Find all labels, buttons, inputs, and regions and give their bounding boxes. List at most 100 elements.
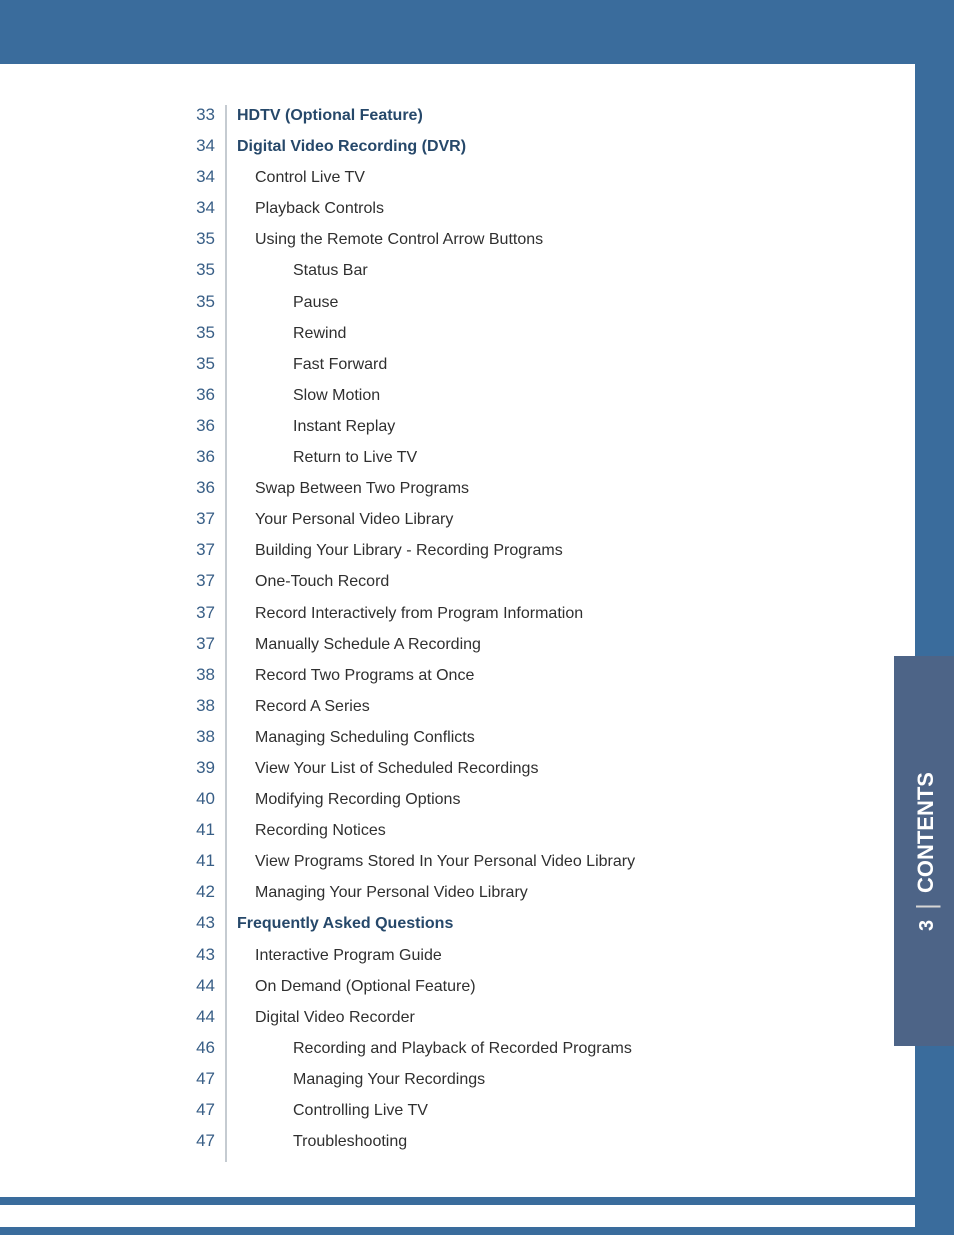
toc-separator-line [225,447,227,478]
toc-separator-line [225,105,227,136]
toc-entry-title: Troubleshooting [237,1132,407,1151]
toc-entry-title: Managing Your Personal Video Library [237,883,528,902]
toc-page-number: 37 [165,571,225,591]
toc-row[interactable]: 43 Interactive Program Guide [165,945,865,976]
toc-entry-title: Digital Video Recording (DVR) [237,137,466,156]
toc-page-number: 34 [165,167,225,187]
toc-row[interactable]: 43Frequently Asked Questions [165,913,865,944]
toc-entry-title: Instant Replay [237,417,395,436]
toc-page-number: 37 [165,634,225,654]
toc-page-number: 35 [165,354,225,374]
toc-page-number: 35 [165,229,225,249]
toc-entry-title: Record A Series [237,697,370,716]
toc-separator-line [225,540,227,571]
toc-separator-line [225,229,227,260]
toc-page-number: 36 [165,478,225,498]
toc-row[interactable]: 35 Status Bar [165,260,865,291]
toc-separator-line [225,976,227,1007]
toc-separator-line [225,1038,227,1069]
top-bar [0,0,954,64]
toc-row[interactable]: 39View Your List of Scheduled Recordings [165,758,865,789]
toc-entry-title: Interactive Program Guide [237,946,442,965]
toc-entry-title: Recording Notices [237,821,386,840]
toc-row[interactable]: 34Control Live TV [165,167,865,198]
toc-row[interactable]: 41View Programs Stored In Your Personal … [165,851,865,882]
toc-entry-title: Return to Live TV [237,448,417,467]
toc-entry-title: Frequently Asked Questions [237,914,453,933]
toc-row[interactable]: 36Return to Live TV [165,447,865,478]
toc-entry-title: Swap Between Two Programs [237,479,469,498]
toc-row[interactable]: 47Controlling Live TV [165,1100,865,1131]
toc-row[interactable]: 37 Building Your Library - Recording Prog… [165,540,865,571]
toc-entry-title: HDTV (Optional Feature) [237,106,423,125]
toc-row[interactable]: 36 Swap Between Two Programs [165,478,865,509]
toc-page-number: 35 [165,323,225,343]
toc-page-number: 37 [165,540,225,560]
toc-entry-title: Rewind [237,324,346,343]
toc-row[interactable]: 44On Demand (Optional Feature) [165,976,865,1007]
toc-row[interactable]: 44Digital Video Recorder [165,1007,865,1038]
toc-row[interactable]: 38Managing Scheduling Conflicts [165,727,865,758]
toc-separator-line [225,665,227,696]
toc-row[interactable]: 35 Rewind [165,323,865,354]
toc-row[interactable]: 36 Instant Replay [165,416,865,447]
toc-row[interactable]: 42Managing Your Personal Video Library [165,882,865,913]
toc-row[interactable]: 35Pause [165,292,865,323]
toc-row[interactable]: 37Record Interactively from Program Info… [165,603,865,634]
toc-entry-title: Recording and Playback of Recorded Progr… [237,1039,632,1058]
table-of-contents: 33HDTV (Optional Feature)34Digital Video… [165,105,865,1162]
toc-separator-line [225,260,227,291]
side-tab-separator: | [911,903,942,910]
toc-page-number: 43 [165,945,225,965]
toc-entry-title: Manually Schedule A Recording [237,635,481,654]
toc-row[interactable]: 36Slow Motion [165,385,865,416]
toc-entry-title: Slow Motion [237,386,380,405]
toc-page-number: 35 [165,260,225,280]
toc-separator-line [225,820,227,851]
toc-entry-title: View Programs Stored In Your Personal Vi… [237,852,635,871]
toc-separator-line [225,882,227,913]
toc-entry-title: Status Bar [237,261,368,280]
toc-row[interactable]: 37One-Touch Record [165,571,865,602]
side-tab: 3 | CONTENTS [894,656,954,1046]
toc-separator-line [225,945,227,976]
toc-entry-title: Building Your Library - Recording Progra… [237,541,563,560]
toc-separator-line [225,571,227,602]
toc-separator-line [225,1100,227,1131]
toc-row[interactable]: 37 Manually Schedule A Recording [165,634,865,665]
toc-page-number: 47 [165,1069,225,1089]
toc-row[interactable]: 47Troubleshooting [165,1131,865,1162]
toc-row[interactable]: 34Playback Controls [165,198,865,229]
toc-row[interactable]: 37Your Personal Video Library [165,509,865,540]
toc-page-number: 39 [165,758,225,778]
toc-entry-title: Your Personal Video Library [237,510,453,529]
toc-row[interactable]: 38Record A Series [165,696,865,727]
toc-separator-line [225,509,227,540]
toc-page-number: 44 [165,976,225,996]
toc-separator-line [225,416,227,447]
toc-entry-title: Fast Forward [237,355,387,374]
toc-separator-line [225,789,227,820]
toc-row[interactable]: 47 Managing Your Recordings [165,1069,865,1100]
toc-row[interactable]: 41 Recording Notices [165,820,865,851]
toc-separator-line [225,727,227,758]
toc-page-number: 36 [165,416,225,436]
toc-entry-title: Managing Scheduling Conflicts [237,728,475,747]
toc-separator-line [225,385,227,416]
toc-entry-title: Managing Your Recordings [237,1070,485,1089]
side-tab-page-number: 3 [916,919,939,930]
toc-row[interactable]: 33HDTV (Optional Feature) [165,105,865,136]
toc-separator-line [225,603,227,634]
toc-row[interactable]: 38 Record Two Programs at Once [165,665,865,696]
toc-page-number: 41 [165,820,225,840]
toc-entry-title: Playback Controls [237,199,384,218]
toc-page-number: 38 [165,665,225,685]
toc-row[interactable]: 46Recording and Playback of Recorded Pro… [165,1038,865,1069]
toc-row[interactable]: 34Digital Video Recording (DVR) [165,136,865,167]
toc-page-number: 35 [165,292,225,312]
toc-row[interactable]: 40Modifying Recording Options [165,789,865,820]
toc-row[interactable]: 35 Fast Forward [165,354,865,385]
toc-row[interactable]: 35Using the Remote Control Arrow Buttons [165,229,865,260]
toc-separator-line [225,167,227,198]
toc-entry-title: Record Two Programs at Once [237,666,474,685]
